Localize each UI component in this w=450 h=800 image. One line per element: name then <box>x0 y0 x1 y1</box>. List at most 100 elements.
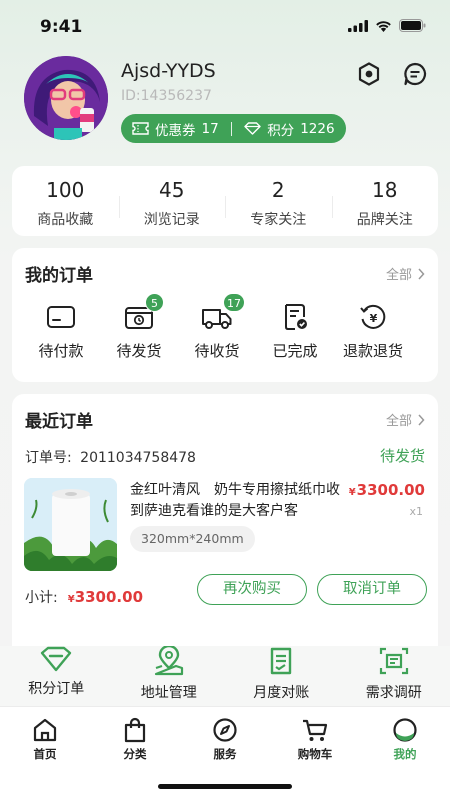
stat-number: 2 <box>271 178 285 202</box>
diamond-icon <box>244 122 261 135</box>
tab-label: 购物车 <box>297 747 333 761</box>
wifi-icon <box>376 20 391 32</box>
card-icon <box>47 306 75 328</box>
service-survey[interactable]: 需求调研 <box>338 646 450 706</box>
price-value: 3300.00 <box>356 481 425 499</box>
coupons-count: 17 <box>201 120 219 137</box>
services-row: 积分订单 地址管理 月度对账 需求调研 <box>0 646 450 706</box>
tab-mine[interactable]: 我的 <box>360 707 450 800</box>
stat-experts[interactable]: 2 专家关注 <box>225 166 332 236</box>
bag-icon <box>124 717 146 743</box>
tab-label: 首页 <box>33 747 57 761</box>
stat-label: 浏览记录 <box>143 212 200 228</box>
stat-number: 100 <box>46 178 85 202</box>
coupon-points-pill: 优惠券 17 积分 1226 <box>121 114 346 143</box>
signal-icon <box>348 19 368 32</box>
product-name[interactable]: 金红叶清风 奶牛专用擦拭纸巾收到萨迪克看谁的是大客户客 <box>130 480 352 522</box>
points-count: 1226 <box>300 120 335 137</box>
service-label: 积分订单 <box>28 681 85 697</box>
pending-shipment-badge: 5 <box>145 293 164 312</box>
service-label: 地址管理 <box>140 685 197 701</box>
home-icon <box>33 718 57 742</box>
status-icons <box>348 19 426 32</box>
stat-number: 45 <box>159 178 185 202</box>
user-face-icon <box>393 718 417 742</box>
order-pending-receipt[interactable]: 17 待收货 <box>178 293 256 361</box>
tab-label: 我的 <box>393 747 417 761</box>
order-item-label: 退款退货 <box>342 342 403 360</box>
cart-icon <box>303 719 328 741</box>
my-orders-view-all[interactable]: 全部 <box>386 264 425 283</box>
status-time: 9:41 <box>40 17 83 37</box>
order-status: 待发货 <box>379 447 425 465</box>
settings-icon[interactable] <box>356 61 382 87</box>
product-quantity: x1 <box>409 505 423 518</box>
stats-card: 100 商品收藏 45 浏览记录 2 专家关注 18 品牌关注 <box>12 166 438 236</box>
order-subtotal: 小计: ¥3300.00 <box>25 587 143 607</box>
stat-label: 专家关注 <box>250 212 307 228</box>
pill-divider <box>230 121 233 136</box>
recent-orders-title: 最近订单 <box>25 412 93 432</box>
order-pending-payment[interactable]: 待付款 <box>22 303 100 361</box>
order-item-label: 待付款 <box>38 342 84 360</box>
product-image[interactable] <box>24 478 117 571</box>
my-orders-title: 我的订单 <box>25 266 93 286</box>
stat-number: 18 <box>372 178 398 202</box>
product-spec-tag: 320mm*240mm <box>130 526 255 552</box>
rebuy-button[interactable]: 再次购买 <box>197 574 307 605</box>
subtotal-label: 小计: <box>25 590 58 606</box>
completed-doc-icon <box>285 304 307 330</box>
stat-history[interactable]: 45 浏览记录 <box>118 166 226 236</box>
product-price: ¥3300.00 <box>349 481 425 499</box>
currency-symbol: ¥ <box>67 594 75 605</box>
stat-brands[interactable]: 18 品牌关注 <box>331 166 439 236</box>
home-indicator <box>158 784 292 789</box>
coupons-segment[interactable]: 优惠券 17 <box>132 119 219 139</box>
tab-home[interactable]: 首页 <box>0 707 90 800</box>
subtotal-value: 3300.00 <box>74 588 144 606</box>
order-pending-shipment[interactable]: 5 待发货 <box>100 293 178 361</box>
user-id: ID:14356237 <box>121 88 212 104</box>
order-number-label: 订单号: <box>25 450 72 466</box>
service-label: 月度对账 <box>253 685 310 701</box>
tissue-roll-image <box>24 478 117 571</box>
cancel-order-button[interactable]: 取消订单 <box>317 574 427 605</box>
my-orders-card: 我的订单 全部 待付款 5 待发货 17 待收货 已完成 ¥ 退款退货 <box>12 248 438 382</box>
order-item-label: 待发货 <box>116 342 162 360</box>
stat-label: 商品收藏 <box>37 212 94 228</box>
order-completed[interactable]: 已完成 <box>256 303 334 361</box>
subtotal-amount: ¥3300.00 <box>68 588 143 606</box>
order-number: 订单号: 2011034758478 <box>25 447 196 467</box>
message-icon[interactable] <box>402 61 428 87</box>
pending-receipt-badge: 17 <box>223 293 245 312</box>
coupon-icon <box>132 122 149 135</box>
service-monthly-statement[interactable]: 月度对账 <box>225 646 338 706</box>
points-segment[interactable]: 积分 1226 <box>244 119 335 139</box>
profile-header: Ajsd-YYDS ID:14356237 优惠券 17 积分 1226 <box>0 56 450 156</box>
coupons-label: 优惠券 <box>155 122 196 139</box>
points-label: 积分 <box>267 122 295 139</box>
order-status-row: 待付款 5 待发货 17 待收货 已完成 ¥ 退款退货 <box>12 293 438 361</box>
stat-label: 品牌关注 <box>356 212 413 228</box>
stat-favorites[interactable]: 100 商品收藏 <box>12 166 119 236</box>
chevron-right-icon <box>418 267 425 280</box>
gem-icon <box>41 646 72 672</box>
refund-icon: ¥ <box>360 304 386 329</box>
compass-icon <box>213 718 237 742</box>
order-item-label: 待收货 <box>194 342 240 360</box>
order-item-label: 已完成 <box>272 342 318 360</box>
avatar-illustration <box>24 56 108 140</box>
chevron-right-icon <box>418 413 425 426</box>
recent-orders-view-all[interactable]: 全部 <box>386 410 425 429</box>
survey-icon <box>379 647 408 675</box>
username: Ajsd-YYDS <box>121 60 216 82</box>
avatar[interactable] <box>24 56 108 140</box>
view-all-label: 全部 <box>385 414 412 429</box>
order-number-value: 2011034758478 <box>80 450 196 466</box>
tab-label: 分类 <box>123 747 147 761</box>
order-refund[interactable]: ¥ 退款退货 <box>334 303 412 361</box>
tab-label: 服务 <box>213 747 237 761</box>
currency-symbol: ¥ <box>348 487 356 498</box>
service-address[interactable]: 地址管理 <box>113 646 226 706</box>
service-points-orders[interactable]: 积分订单 <box>0 646 113 706</box>
